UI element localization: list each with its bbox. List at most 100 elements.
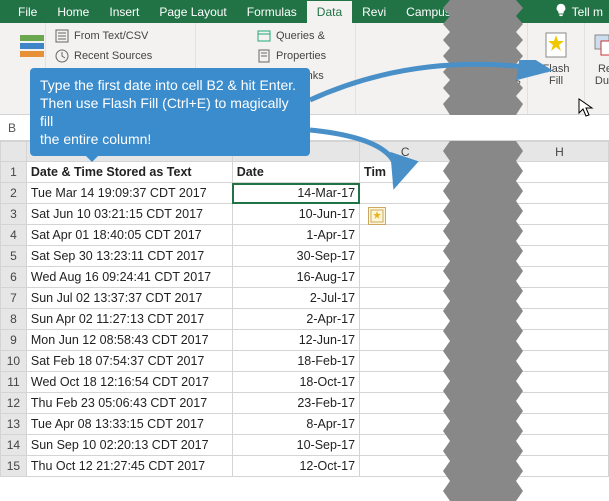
cell[interactable]: 8-Apr-17 [232, 414, 359, 435]
cell[interactable] [510, 225, 608, 246]
select-all[interactable] [1, 142, 27, 162]
flash-fill-button[interactable]: Flash Fill [530, 27, 582, 89]
cell[interactable]: 2-Jul-17 [232, 288, 359, 309]
cell-a1[interactable]: Date & Time Stored as Text [26, 162, 232, 183]
tab-review[interactable]: Revi [352, 1, 396, 23]
rowhdr[interactable]: 5 [1, 246, 27, 267]
cell[interactable] [510, 456, 608, 477]
cell[interactable] [510, 330, 608, 351]
rowhdr[interactable]: 2 [1, 183, 27, 204]
cell[interactable] [510, 246, 608, 267]
cell[interactable] [510, 309, 608, 330]
cell[interactable]: 10-Sep-17 [232, 435, 359, 456]
torn-strip-grid [450, 141, 516, 501]
cell[interactable]: Mon Jun 12 08:58:43 CDT 2017 [26, 330, 232, 351]
cell[interactable]: Thu Feb 23 05:06:43 CDT 2017 [26, 393, 232, 414]
cell[interactable]: 2-Apr-17 [232, 309, 359, 330]
cell[interactable]: 23-Feb-17 [232, 393, 359, 414]
tellme[interactable]: Tell m [554, 3, 609, 20]
torn-strip-top [450, 0, 516, 115]
cell[interactable]: 30-Sep-17 [232, 246, 359, 267]
cell[interactable]: Sat Feb 18 07:54:37 CDT 2017 [26, 351, 232, 372]
colhdr-c[interactable]: C [360, 142, 451, 162]
rowhdr[interactable]: 6 [1, 267, 27, 288]
tab-data[interactable]: Data [307, 1, 352, 23]
flash-fill-options-icon[interactable] [368, 207, 386, 225]
cell[interactable] [360, 267, 451, 288]
cell[interactable]: Sat Jun 10 03:21:15 CDT 2017 [26, 204, 232, 225]
cell[interactable]: Thu Oct 12 21:27:45 CDT 2017 [26, 456, 232, 477]
rowhdr[interactable]: 15 [1, 456, 27, 477]
cell[interactable]: 18-Feb-17 [232, 351, 359, 372]
cell[interactable]: 10-Jun-17 [232, 204, 359, 225]
cell-c1[interactable]: Tim [360, 162, 451, 183]
rowhdr[interactable]: 3 [1, 204, 27, 225]
rowhdr[interactable]: 8 [1, 309, 27, 330]
cell[interactable] [360, 351, 451, 372]
cell[interactable]: Tue Apr 08 13:33:15 CDT 2017 [26, 414, 232, 435]
cell[interactable]: 18-Oct-17 [232, 372, 359, 393]
cell[interactable]: 12-Jun-17 [232, 330, 359, 351]
cell-h1[interactable] [510, 162, 608, 183]
queries-button[interactable]: Queries & [254, 27, 349, 45]
cell-b1[interactable]: Date [232, 162, 359, 183]
cell[interactable] [360, 414, 451, 435]
rowhdr[interactable]: 13 [1, 414, 27, 435]
cell[interactable] [360, 393, 451, 414]
cell[interactable]: Sun Sep 10 02:20:13 CDT 2017 [26, 435, 232, 456]
tab-formulas[interactable]: Formulas [237, 1, 307, 23]
cell-b2-selected[interactable]: 14-Mar-17 [232, 183, 359, 204]
cell[interactable] [510, 267, 608, 288]
mouse-cursor-icon [578, 98, 594, 123]
cell[interactable] [510, 204, 608, 225]
rowhdr[interactable]: 1 [1, 162, 27, 183]
namebox[interactable]: B [8, 121, 16, 135]
cell[interactable] [360, 456, 451, 477]
tab-file[interactable]: File [8, 1, 47, 23]
cell[interactable] [360, 309, 451, 330]
cell[interactable] [510, 372, 608, 393]
cell[interactable]: Sat Sep 30 13:23:11 CDT 2017 [26, 246, 232, 267]
cell[interactable]: Wed Aug 16 09:24:41 CDT 2017 [26, 267, 232, 288]
cell[interactable] [360, 225, 451, 246]
cell[interactable] [510, 393, 608, 414]
cell[interactable] [510, 351, 608, 372]
recent-sources-button[interactable]: Recent Sources [52, 47, 189, 65]
callout-line3: the entire column! [40, 130, 300, 148]
cell[interactable]: Wed Oct 18 12:16:54 CDT 2017 [26, 372, 232, 393]
properties-button[interactable]: Properties [254, 47, 349, 65]
cell[interactable]: Tue Mar 14 19:09:37 CDT 2017 [26, 183, 232, 204]
tab-pagelayout[interactable]: Page Layout [149, 1, 236, 23]
rowhdr[interactable]: 10 [1, 351, 27, 372]
cell[interactable] [510, 414, 608, 435]
from-text-csv-button[interactable]: From Text/CSV [52, 27, 189, 45]
cell[interactable] [360, 372, 451, 393]
rowhdr[interactable]: 7 [1, 288, 27, 309]
cell[interactable] [510, 288, 608, 309]
cell[interactable]: 12-Oct-17 [232, 456, 359, 477]
tab-home[interactable]: Home [47, 1, 99, 23]
cell[interactable] [510, 435, 608, 456]
rowhdr[interactable]: 12 [1, 393, 27, 414]
rowhdr[interactable]: 14 [1, 435, 27, 456]
tab-insert[interactable]: Insert [99, 1, 149, 23]
cell[interactable]: Sun Apr 02 11:27:13 CDT 2017 [26, 309, 232, 330]
rd-label-1: Re [598, 63, 609, 75]
cell[interactable]: 16-Aug-17 [232, 267, 359, 288]
cell[interactable] [360, 183, 451, 204]
cell[interactable] [360, 330, 451, 351]
cell[interactable]: Sun Jul 02 13:37:37 CDT 2017 [26, 288, 232, 309]
cell[interactable] [360, 246, 451, 267]
cell[interactable] [360, 435, 451, 456]
callout-line1: Type the first date into cell B2 & hit E… [40, 76, 300, 94]
rowhdr[interactable]: 11 [1, 372, 27, 393]
remove-dup-button[interactable]: Re Dup [585, 27, 609, 89]
cell[interactable] [510, 183, 608, 204]
cell[interactable]: 1-Apr-17 [232, 225, 359, 246]
rowhdr[interactable]: 4 [1, 225, 27, 246]
queries-label: Queries & [276, 30, 325, 42]
cell[interactable]: Sat Apr 01 18:40:05 CDT 2017 [26, 225, 232, 246]
rowhdr[interactable]: 9 [1, 330, 27, 351]
cell[interactable] [360, 288, 451, 309]
colhdr-h[interactable]: H [510, 142, 608, 162]
